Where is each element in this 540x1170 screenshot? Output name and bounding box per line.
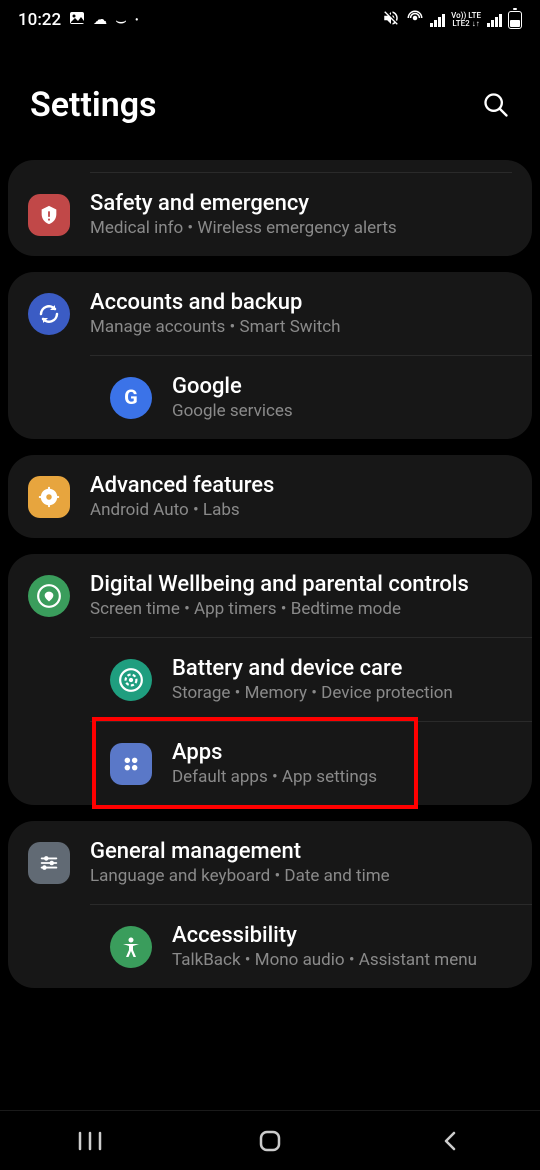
lte-indicator: Vo)) LTE LTE2 ↓↑ xyxy=(451,12,481,28)
status-time: 10:22 xyxy=(18,10,61,30)
item-text: General managementLanguage and keyboard … xyxy=(90,839,512,886)
page-title: Settings xyxy=(30,85,157,125)
google-icon: G xyxy=(110,377,152,419)
item-text: Advanced featuresAndroid Auto • Labs xyxy=(90,473,512,520)
advanced-icon xyxy=(28,476,70,518)
item-subtitle: Manage accounts • Smart Switch xyxy=(90,317,512,337)
item-subtitle: Storage • Memory • Device protection xyxy=(172,683,512,703)
settings-group: Accounts and backupManage accounts • Sma… xyxy=(8,272,532,439)
item-subtitle: Screen time • App timers • Bedtime mode xyxy=(90,599,512,619)
settings-item-safety[interactable]: Safety and emergencyMedical info • Wirel… xyxy=(8,173,532,256)
settings-list[interactable]: Safety and emergencyMedical info • Wirel… xyxy=(0,160,540,1120)
signal-icon-1 xyxy=(430,13,445,27)
item-title: Apps xyxy=(172,740,512,765)
item-subtitle: Google services xyxy=(172,401,512,421)
item-text: AccessibilityTalkBack • Mono audio • Ass… xyxy=(172,923,512,970)
item-title: Accounts and backup xyxy=(90,290,512,315)
settings-item-accounts[interactable]: Accounts and backupManage accounts • Sma… xyxy=(8,272,532,355)
item-text: Accounts and backupManage accounts • Sma… xyxy=(90,290,512,337)
status-left: 10:22 ☁ ⌣ • xyxy=(18,10,139,31)
back-button[interactable] xyxy=(390,1121,510,1161)
sliders-icon xyxy=(28,842,70,884)
settings-item-google[interactable]: G GoogleGoogle services xyxy=(90,355,532,439)
item-title: Google xyxy=(172,374,512,399)
item-title: General management xyxy=(90,839,512,864)
settings-group: Digital Wellbeing and parental controlsS… xyxy=(8,554,532,805)
sync-icon xyxy=(28,293,70,335)
item-subtitle: TalkBack • Mono audio • Assistant menu xyxy=(172,950,512,970)
weather-icon: ☁ xyxy=(93,12,107,28)
item-title: Advanced features xyxy=(90,473,512,498)
emergency-icon xyxy=(28,194,70,236)
status-right: Vo)) LTE LTE2 ↓↑ xyxy=(382,9,522,31)
settings-item-apps[interactable]: AppsDefault apps • App settings xyxy=(90,721,532,805)
header: Settings xyxy=(0,40,540,160)
item-text: Digital Wellbeing and parental controlsS… xyxy=(90,572,512,619)
item-text: Battery and device careStorage • Memory … xyxy=(172,656,512,703)
item-title: Safety and emergency xyxy=(90,191,512,216)
item-subtitle: Default apps • App settings xyxy=(172,767,512,787)
svg-text:G: G xyxy=(124,386,138,409)
item-subtitle: Language and keyboard • Date and time xyxy=(90,866,512,886)
item-title: Battery and device care xyxy=(172,656,512,681)
settings-item-wellbeing[interactable]: Digital Wellbeing and parental controlsS… xyxy=(8,554,532,637)
dot-icon: • xyxy=(135,15,139,26)
status-bar: 10:22 ☁ ⌣ • Vo)) LTE LTE2 ↓↑ xyxy=(0,0,540,40)
accessibility-icon xyxy=(110,926,152,968)
item-text: GoogleGoogle services xyxy=(172,374,512,421)
notification-icon: ⌣ xyxy=(115,10,127,31)
item-title: Accessibility xyxy=(172,923,512,948)
item-title: Digital Wellbeing and parental controls xyxy=(90,572,512,597)
hotspot-icon xyxy=(406,9,424,31)
item-subtitle: Android Auto • Labs xyxy=(90,500,512,520)
mute-icon xyxy=(382,9,400,31)
item-text: Safety and emergencyMedical info • Wirel… xyxy=(90,191,512,238)
settings-group: Safety and emergencyMedical info • Wirel… xyxy=(8,160,532,256)
settings-item-general[interactable]: General managementLanguage and keyboard … xyxy=(8,821,532,904)
apps-icon xyxy=(110,743,152,785)
signal-icon-2 xyxy=(487,13,502,27)
search-button[interactable] xyxy=(482,91,510,119)
care-icon xyxy=(110,659,152,701)
home-button[interactable] xyxy=(210,1121,330,1161)
item-subtitle: Medical info • Wireless emergency alerts xyxy=(90,218,512,238)
settings-item-accessibility[interactable]: AccessibilityTalkBack • Mono audio • Ass… xyxy=(90,904,532,988)
wellbeing-icon xyxy=(28,575,70,617)
settings-group: Advanced featuresAndroid Auto • Labs xyxy=(8,455,532,538)
recents-button[interactable] xyxy=(30,1121,150,1161)
battery-icon xyxy=(508,11,522,29)
settings-item-advanced[interactable]: Advanced featuresAndroid Auto • Labs xyxy=(8,455,532,538)
settings-group: General managementLanguage and keyboard … xyxy=(8,821,532,988)
item-text: AppsDefault apps • App settings xyxy=(172,740,512,787)
gallery-icon xyxy=(69,10,85,31)
settings-item-battery[interactable]: Battery and device careStorage • Memory … xyxy=(90,637,532,721)
navigation-bar xyxy=(0,1110,540,1170)
